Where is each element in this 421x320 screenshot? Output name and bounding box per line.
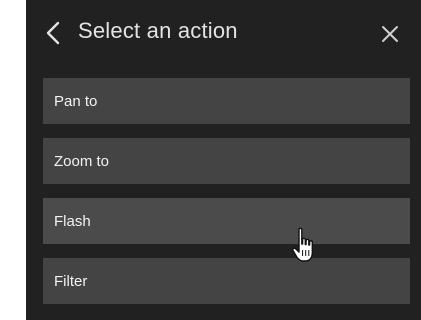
close-button[interactable] (380, 24, 400, 44)
action-label: Filter (54, 272, 88, 290)
panel-header: Select an action (26, 0, 421, 68)
action-list: Pan to Zoom to Flash Filter (43, 78, 410, 318)
action-panel: Select an action Pan to Zoom to Flash Fi… (26, 0, 421, 320)
action-pan-to[interactable]: Pan to (43, 78, 410, 124)
chevron-left-icon (46, 21, 60, 45)
action-flash[interactable]: Flash (43, 198, 410, 244)
action-filter[interactable]: Filter (43, 258, 410, 304)
close-icon (382, 26, 398, 42)
action-label: Zoom to (54, 152, 110, 170)
action-zoom-to[interactable]: Zoom to (43, 138, 410, 184)
panel-title: Select an action (78, 18, 238, 43)
action-label: Flash (54, 212, 91, 230)
action-label: Pan to (54, 92, 98, 110)
back-button[interactable] (44, 20, 64, 46)
